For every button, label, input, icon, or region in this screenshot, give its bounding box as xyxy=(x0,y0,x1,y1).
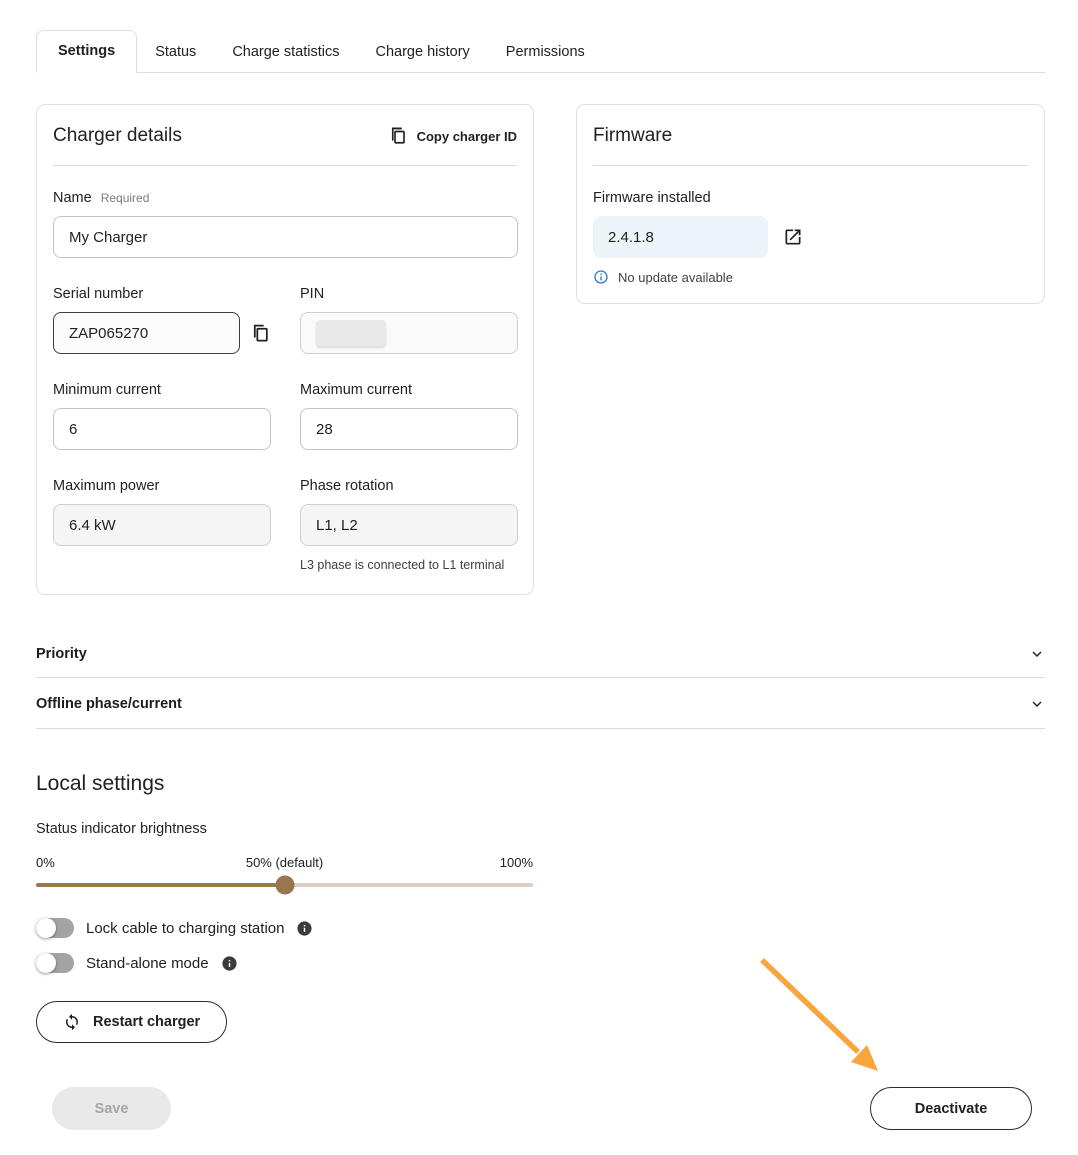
pin-masked-value xyxy=(316,320,386,346)
tab-settings[interactable]: Settings xyxy=(36,30,137,73)
accordion-priority-label: Priority xyxy=(36,646,87,662)
slider-mid-label: 50% (default) xyxy=(246,855,323,870)
name-field: Name Required xyxy=(53,190,517,258)
lock-cable-toggle[interactable] xyxy=(36,918,74,938)
serial-label: Serial number xyxy=(53,286,143,302)
toggle-knob xyxy=(36,918,56,938)
pin-input[interactable] xyxy=(300,312,518,354)
tab-bar: Settings Status Charge statistics Charge… xyxy=(36,28,1045,73)
name-label: Name xyxy=(53,190,92,206)
phase-rotation-label: Phase rotation xyxy=(300,478,394,494)
firmware-installed-label: Firmware installed xyxy=(593,190,1028,206)
lock-cable-label: Lock cable to charging station xyxy=(86,920,284,937)
pin-field: PIN xyxy=(300,286,518,354)
maximum-power-label: Maximum power xyxy=(53,478,159,494)
local-settings-title: Local settings xyxy=(36,772,1045,796)
name-required-hint: Required xyxy=(101,191,150,205)
serial-input[interactable] xyxy=(53,312,240,354)
pin-label: PIN xyxy=(300,286,324,302)
slider-track[interactable] xyxy=(36,883,533,887)
copy-charger-id-button[interactable]: Copy charger ID xyxy=(389,127,517,145)
maximum-current-field: Maximum current xyxy=(300,382,518,450)
minimum-current-input[interactable] xyxy=(53,408,271,450)
minimum-current-label: Minimum current xyxy=(53,382,161,398)
card-divider xyxy=(593,165,1028,166)
local-settings-section: Local settings Status indicator brightne… xyxy=(36,772,1045,1043)
slider-fill xyxy=(36,883,285,887)
slider-max-label: 100% xyxy=(500,855,533,870)
chevron-down-icon xyxy=(1029,646,1045,662)
tab-charge-statistics[interactable]: Charge statistics xyxy=(214,32,357,72)
card-divider xyxy=(53,165,517,166)
save-button[interactable]: Save xyxy=(52,1087,171,1130)
accordion-offline-label: Offline phase/current xyxy=(36,696,182,712)
serial-field: Serial number xyxy=(53,286,271,354)
copy-icon xyxy=(389,127,407,145)
firmware-version-box: 2.4.1.8 xyxy=(593,216,768,258)
external-link-icon xyxy=(783,227,803,247)
info-filled-icon[interactable] xyxy=(296,920,313,937)
firmware-title: Firmware xyxy=(593,125,672,147)
name-input[interactable] xyxy=(53,216,518,258)
firmware-release-notes-button[interactable] xyxy=(783,227,803,247)
phase-rotation-field: Phase rotation L3 phase is connected to … xyxy=(300,478,518,572)
toggle-knob xyxy=(36,953,56,973)
slider-thumb[interactable] xyxy=(275,876,294,895)
deactivate-button[interactable]: Deactivate xyxy=(870,1087,1032,1130)
tab-permissions[interactable]: Permissions xyxy=(488,32,603,72)
copy-icon xyxy=(251,324,270,343)
maximum-power-input xyxy=(53,504,271,546)
brightness-slider: 0% 50% (default) 100% xyxy=(36,855,533,887)
info-icon xyxy=(593,269,609,285)
stand-alone-label: Stand-alone mode xyxy=(86,955,209,972)
maximum-current-label: Maximum current xyxy=(300,382,412,398)
minimum-current-field: Minimum current xyxy=(53,382,271,450)
cards-row: Charger details Copy charger ID xyxy=(36,104,1045,595)
maximum-current-input[interactable] xyxy=(300,408,518,450)
phase-rotation-input xyxy=(300,504,518,546)
charger-settings-page: Settings Status Charge statistics Charge… xyxy=(0,0,1078,1155)
phase-rotation-helper-text: L3 phase is connected to L1 terminal xyxy=(300,558,518,572)
lock-cable-row: Lock cable to charging station xyxy=(36,918,1045,938)
restart-icon xyxy=(63,1013,81,1031)
tab-charge-history[interactable]: Charge history xyxy=(358,32,488,72)
copy-charger-id-label: Copy charger ID xyxy=(417,129,517,144)
copy-serial-button[interactable] xyxy=(251,324,270,343)
stand-alone-toggle[interactable] xyxy=(36,953,74,973)
slider-min-label: 0% xyxy=(36,855,55,870)
tab-status[interactable]: Status xyxy=(137,32,214,72)
firmware-card: Firmware Firmware installed 2.4.1.8 xyxy=(576,104,1045,304)
stand-alone-row: Stand-alone mode xyxy=(36,953,1045,973)
chevron-down-icon xyxy=(1029,696,1045,712)
brightness-label: Status indicator brightness xyxy=(36,821,1045,837)
firmware-version-value: 2.4.1.8 xyxy=(608,229,654,246)
charger-details-title: Charger details xyxy=(53,125,182,147)
restart-charger-label: Restart charger xyxy=(93,1014,200,1030)
info-filled-icon[interactable] xyxy=(221,955,238,972)
accordion-offline-phase-current[interactable]: Offline phase/current xyxy=(36,679,1045,729)
slider-labels: 0% 50% (default) 100% xyxy=(36,855,533,870)
maximum-power-field: Maximum power xyxy=(53,478,271,572)
firmware-status-text: No update available xyxy=(618,270,733,285)
charger-details-card: Charger details Copy charger ID xyxy=(36,104,534,595)
restart-charger-button[interactable]: Restart charger xyxy=(36,1001,227,1043)
accordion-priority[interactable]: Priority xyxy=(36,630,1045,678)
